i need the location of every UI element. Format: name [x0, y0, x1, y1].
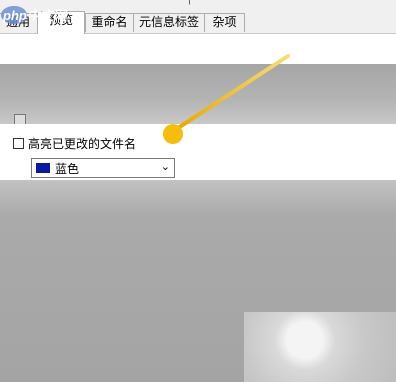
- svg-text:php中文网: php中文网: [2, 8, 68, 23]
- tab-metadata-tags[interactable]: 元信息标签: [133, 13, 205, 32]
- pointer-annotation-icon: [163, 54, 290, 144]
- blurred-corner: [244, 312, 396, 382]
- tab-rename[interactable]: 重命名: [85, 13, 134, 32]
- color-swatch: [36, 163, 50, 173]
- tab-misc[interactable]: 杂项: [204, 13, 245, 32]
- highlight-color-select[interactable]: 蓝色 ⌄: [31, 158, 175, 178]
- highlight-changed-checkbox[interactable]: [13, 137, 24, 149]
- chevron-down-icon: ⌄: [160, 161, 170, 173]
- highlight-changed-label: 高亮已更改的文件名: [28, 136, 137, 151]
- watermark-icon: php中文网: [1, 6, 68, 24]
- highlight-color-value: 蓝色: [55, 161, 80, 176]
- window-title: ↑: [186, 0, 193, 7]
- watermark-logo: php中文网: [0, 2, 82, 28]
- highlight-changed-row[interactable]: 高亮已更改的文件名: [13, 135, 136, 151]
